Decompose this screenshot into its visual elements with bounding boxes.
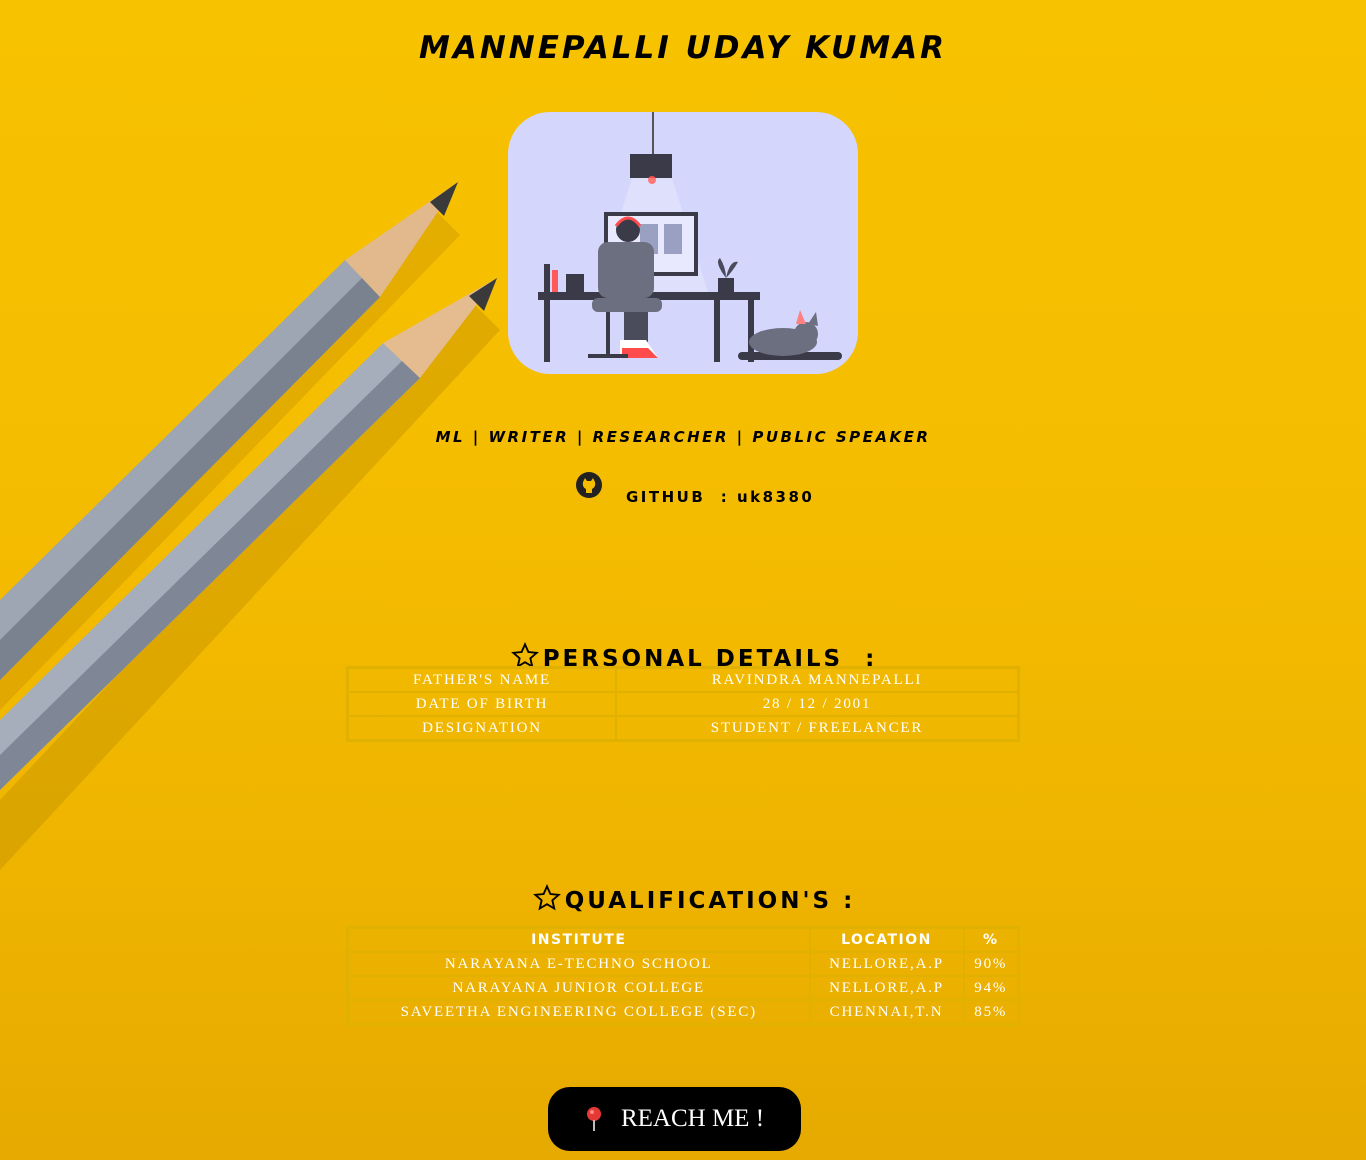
- table-cell: FATHER'S NAME: [346, 666, 617, 693]
- roles-tagline: ML | WRITER | RESEARCHER | PUBLIC SPEAKE…: [435, 428, 931, 446]
- qualifications-heading: QUALIFICATION'S :: [0, 858, 1366, 914]
- developer-at-desk-illustration: [538, 112, 842, 362]
- personal-details-heading: PERSONAL DETAILS :: [0, 616, 1366, 672]
- table-cell: 85%: [962, 999, 1020, 1026]
- reach-me-button[interactable]: REACH ME !: [548, 1087, 801, 1151]
- page-title: MANNEPALLI UDAY KUMAR: [419, 30, 947, 66]
- table-cell: DATE OF BIRTH: [346, 691, 617, 717]
- github-icon[interactable]: [576, 472, 602, 498]
- table-cell: CHENNAI,T.N: [808, 999, 965, 1026]
- table-row: DESIGNATION STUDENT / FREELANCER: [346, 715, 1020, 742]
- table-row: SAVEETHA ENGINEERING COLLEGE (SEC) CHENN…: [346, 999, 1020, 1026]
- column-header-percent: %: [962, 926, 1020, 953]
- table-cell: 90%: [962, 951, 1020, 977]
- qualifications-table: INSTITUTE LOCATION % NARAYANA E-TECHNO S…: [346, 926, 1020, 1026]
- github-row[interactable]: GITHUB : uk8380: [0, 472, 1366, 506]
- table-cell: SAVEETHA ENGINEERING COLLEGE (SEC): [346, 999, 811, 1026]
- table-cell: NARAYANA JUNIOR COLLEGE: [346, 975, 811, 1001]
- table-cell: NELLORE,A.P: [808, 951, 965, 977]
- table-row: DATE OF BIRTH 28 / 12 / 2001: [346, 691, 1020, 717]
- reach-me-label[interactable]: REACH ME !: [621, 1105, 764, 1133]
- table-cell: RAVINDRA MANNEPALLI: [615, 666, 1020, 693]
- column-header-institute: INSTITUTE: [346, 926, 811, 953]
- table-row: NARAYANA JUNIOR COLLEGE NELLORE,A.P 94%: [346, 975, 1020, 1001]
- table-cell: NARAYANA E-TECHNO SCHOOL: [346, 951, 811, 977]
- column-header-location: LOCATION: [808, 926, 965, 953]
- profile-avatar: [508, 112, 858, 374]
- table-cell: DESIGNATION: [346, 715, 617, 742]
- github-link[interactable]: GITHUB : uk8380: [626, 488, 814, 506]
- personal-details-table: FATHER'S NAME RAVINDRA MANNEPALLI DATE O…: [346, 666, 1020, 742]
- table-cell: NELLORE,A.P: [808, 975, 965, 1001]
- map-pin-icon: [586, 1107, 601, 1131]
- table-row: NARAYANA E-TECHNO SCHOOL NELLORE,A.P 90%: [346, 951, 1020, 977]
- table-cell: 28 / 12 / 2001: [615, 691, 1020, 717]
- star-icon: [532, 884, 561, 911]
- qualifications-heading-text: QUALIFICATION'S :: [564, 888, 856, 914]
- table-row: FATHER'S NAME RAVINDRA MANNEPALLI: [346, 666, 1020, 693]
- table-header-row: INSTITUTE LOCATION %: [346, 926, 1020, 953]
- table-cell: 94%: [962, 975, 1020, 1001]
- table-cell: STUDENT / FREELANCER: [615, 715, 1020, 742]
